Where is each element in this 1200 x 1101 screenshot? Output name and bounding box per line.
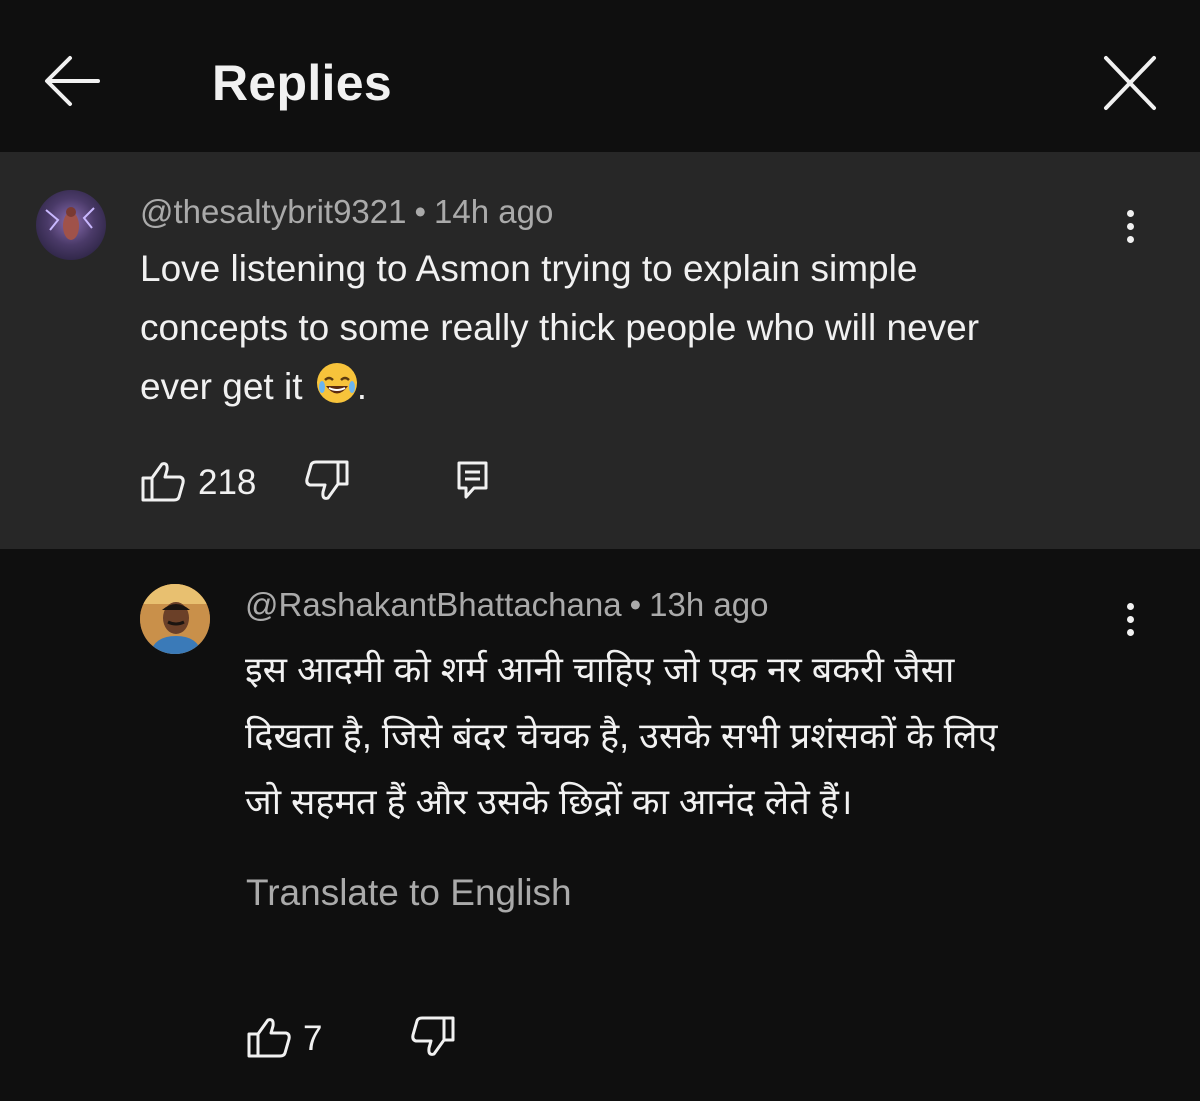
comment-text-suffix: . — [356, 366, 368, 407]
replies-header: Replies — [0, 0, 1200, 152]
comment-text: Love listening to Asmon trying to explai… — [140, 239, 1100, 416]
comment-text-line: Love listening to Asmon trying to explai… — [140, 248, 918, 289]
reply-author[interactable]: @RashakantBhattachana — [245, 586, 622, 623]
like-count: 7 — [303, 1019, 323, 1058]
avatar[interactable] — [140, 584, 210, 654]
reply-time: 13h ago — [649, 586, 769, 623]
laughing-emoji-icon — [316, 363, 357, 403]
back-button[interactable] — [40, 52, 102, 110]
page-title: Replies — [212, 55, 392, 111]
reply-text-line: इस आदमी को शर्म आनी चाहिए जो एक नर बकरी … — [245, 649, 955, 690]
comment-text-line: ever get it . — [140, 357, 1100, 416]
meta-separator: • — [414, 193, 427, 230]
dislike-button[interactable] — [410, 1016, 456, 1063]
reply-meta: @RashakantBhattachana • 13h ago — [245, 586, 768, 624]
close-button[interactable] — [1098, 52, 1162, 114]
reply-text: इस आदमी को शर्म आनी चाहिए जो एक नर बकरी … — [245, 637, 1145, 835]
thumbs-up-icon — [247, 1018, 291, 1058]
thumbs-up-icon — [141, 462, 185, 502]
like-button[interactable] — [140, 460, 186, 507]
comment-text-line-text: ever get it — [140, 366, 303, 407]
comment-time: 14h ago — [434, 193, 554, 230]
dislike-button[interactable] — [304, 460, 350, 507]
arrow-left-icon — [45, 56, 100, 106]
avatar-image — [45, 207, 95, 240]
like-button[interactable] — [246, 1016, 292, 1063]
reply-text-line: जो सहमत हैं और उसके छिद्रों का आनंद लेते… — [245, 781, 853, 822]
thumbs-down-icon — [305, 460, 349, 500]
reply-text-line: दिखता है, जिसे बंदर चेचक है, उसके सभी प्… — [245, 715, 998, 756]
comment-menu-button[interactable] — [1120, 210, 1140, 250]
close-icon — [1104, 56, 1156, 110]
comment-author[interactable]: @thesaltybrit9321 — [140, 193, 406, 230]
comment-text-line: concepts to some really thick people who… — [140, 307, 980, 348]
thumbs-down-icon — [411, 1016, 455, 1056]
translate-link[interactable]: Translate to English — [246, 872, 572, 914]
avatar-image — [140, 584, 210, 654]
avatar[interactable] — [36, 190, 106, 260]
reply-button[interactable] — [456, 460, 490, 505]
like-count: 218 — [198, 463, 257, 502]
comment-meta: @thesaltybrit9321 • 14h ago — [140, 193, 553, 231]
meta-separator: • — [629, 586, 642, 623]
comment-icon — [457, 461, 488, 499]
